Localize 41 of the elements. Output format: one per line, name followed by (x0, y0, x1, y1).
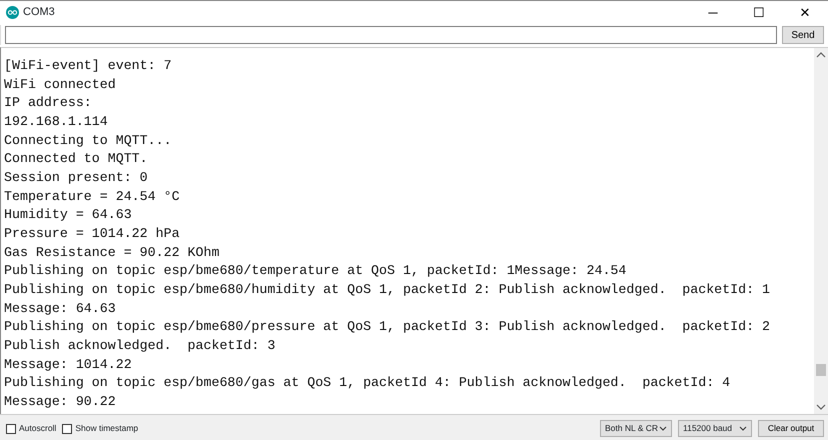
app-logo-icon (6, 6, 19, 19)
log-line: Message: 90.22 (4, 392, 117, 411)
log-line: Connecting to MQTT... (4, 132, 173, 150)
log-line: Message: 1014.22 (4, 356, 133, 374)
dropdown[interactable]: Both NL & CR (600, 420, 672, 437)
log-line: Pressure = 1014.22 hPa (4, 224, 181, 243)
log-line: 192.168.1.114 (4, 112, 109, 131)
log-line: Gas Resistance = 90.22 KOhm (4, 244, 220, 262)
send-button[interactable]: Send (782, 26, 824, 44)
clear-output-button[interactable]: Clear output (758, 420, 824, 437)
log-line: IP address: (4, 94, 93, 112)
log-line: Publish acknowledged. packetId: 3 (4, 336, 276, 355)
log-line: Humidity = 64.63 (4, 206, 133, 224)
caret-icon (739, 426, 747, 431)
log-line: WiFi connected (4, 76, 117, 94)
log-line: Temperature = 24.54 °C (4, 188, 181, 206)
log-line: Publishing on topic esp/bme680/pressure at QoS 1, packetId 3: Publish acknowledged. packetId: 2 (4, 318, 772, 336)
checkbox[interactable] (62, 424, 72, 434)
log-line: Message: 64.63 (4, 300, 117, 318)
log-line: Publishing on topic esp/bme680/gas at QoS 1, packetId 4: Publish acknowledged. packetId: 4 (4, 374, 732, 392)
scroll-thumb[interactable] (816, 364, 826, 376)
log-line: Session present: 0 (4, 168, 149, 187)
log-line: [WiFi-event] event: 7 (4, 57, 173, 75)
checkbox-label: Autoscroll (19, 422, 56, 435)
scroll-down-icon[interactable] (816, 404, 826, 410)
log-line: Publishing on topic esp/bme680/humidity at QoS 1, packetId 2: Publish acknowledged. packetId: 1 (4, 280, 772, 299)
dropdown-value: Both NL & CR (605, 422, 658, 435)
dropdown-value: 115200 baud (683, 422, 732, 435)
input-field[interactable] (5, 26, 777, 44)
dropdown[interactable]: 115200 baud (678, 420, 752, 437)
maximize-button[interactable]: ☐ (736, 0, 782, 24)
scrollbar[interactable] (814, 48, 828, 414)
checkbox[interactable] (6, 424, 16, 434)
scroll-up-icon[interactable] (816, 52, 826, 58)
window-title: COM3 (23, 5, 55, 20)
log-line: Connected to MQTT. (4, 150, 149, 168)
caret-icon (659, 426, 667, 431)
checkbox-label: Show timestamp (75, 422, 138, 435)
log-line: Publishing on topic esp/bme680/temperature at QoS 1, packetId: 1Message: 24.54 (4, 262, 628, 280)
minimize-button[interactable]: ─ (690, 0, 736, 24)
close-button[interactable]: ✕ (782, 0, 828, 24)
